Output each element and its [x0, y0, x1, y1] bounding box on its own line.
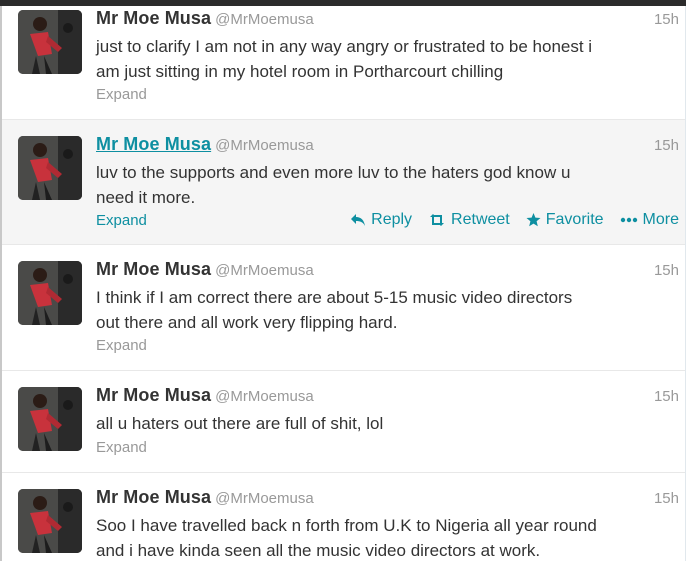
- favorite-label: Favorite: [545, 211, 604, 228]
- tweet-text-line: and i have kinda seen all the music vide…: [96, 541, 541, 560]
- tweet-timestamp[interactable]: 15h: [654, 388, 679, 405]
- reply-label: Reply: [371, 211, 413, 228]
- tweet-text-line: just to clarify I am not in any way angr…: [96, 37, 593, 56]
- tweet-author-name[interactable]: Mr Moe Musa: [96, 259, 211, 279]
- tweet-text-line: I think if I am correct there are about …: [96, 288, 573, 307]
- tweet-author-name[interactable]: Mr Moe Musa: [96, 487, 211, 507]
- tweet-actions: Reply Retweet Favorite More: [350, 211, 679, 229]
- tweet-text-line: Soo I have travelled back n forth from U…: [96, 516, 597, 535]
- tweet-username[interactable]: @MrMoemusa: [215, 11, 314, 28]
- reply-arrow-icon: [351, 214, 366, 226]
- tweet-item[interactable]: Mr Moe Musa @MrMoemusa 15h just to clarif…: [2, 6, 685, 120]
- tweet-text: just to clarify I am not in any way angr…: [96, 34, 656, 84]
- tweet-username[interactable]: @MrMoemusa: [215, 137, 314, 154]
- more-button[interactable]: More: [620, 211, 679, 229]
- tweet-author-name[interactable]: Mr Moe Musa: [96, 8, 211, 28]
- retweet-label: Retweet: [451, 211, 510, 228]
- tweet-text: luv to the supports and even more luv to…: [96, 160, 656, 210]
- tweet-text: I think if I am correct there are about …: [96, 285, 656, 335]
- tweet-timestamp[interactable]: 15h: [654, 490, 679, 507]
- tweet-timestamp[interactable]: 15h: [654, 262, 679, 279]
- tweet-text-line: all u haters out there are full of shit,…: [96, 414, 384, 433]
- avatar[interactable]: [18, 387, 82, 451]
- avatar[interactable]: [18, 136, 82, 200]
- favorite-button[interactable]: Favorite: [526, 211, 604, 229]
- retweet-icon: [430, 214, 445, 226]
- more-label: More: [642, 211, 679, 228]
- tweet-author-name[interactable]: Mr Moe Musa: [96, 134, 211, 154]
- retweet-button[interactable]: Retweet: [428, 211, 510, 229]
- avatar[interactable]: [18, 10, 82, 74]
- tweet-username[interactable]: @MrMoemusa: [215, 262, 314, 279]
- tweet-text: all u haters out there are full of shit,…: [96, 411, 656, 436]
- expand-link[interactable]: Expand: [96, 439, 147, 456]
- tweet-text: Soo I have travelled back n forth from U…: [96, 513, 656, 563]
- tweet-text-line: luv to the supports and even more luv to…: [96, 163, 571, 182]
- avatar[interactable]: [18, 489, 82, 553]
- star-icon: [526, 213, 541, 227]
- tweet-text-line: am just sitting in my hotel room in Port…: [96, 62, 504, 81]
- tweet-timestamp[interactable]: 15h: [654, 11, 679, 28]
- tweet-text-line: need it more.: [96, 188, 196, 207]
- expand-link[interactable]: Expand: [96, 337, 147, 354]
- reply-button[interactable]: Reply: [350, 211, 412, 229]
- tweet-username[interactable]: @MrMoemusa: [215, 490, 314, 507]
- tweet-item[interactable]: Mr Moe Musa @MrMoemusa 15h all u haters o…: [2, 371, 685, 473]
- tweet-stream: Mr Moe Musa @MrMoemusa 15h just to clarif…: [2, 6, 685, 561]
- more-dots-icon: [620, 217, 637, 223]
- tweet-username[interactable]: @MrMoemusa: [215, 388, 314, 405]
- tweet-text-line: out there and all work very flipping har…: [96, 313, 398, 332]
- tweet-timestamp[interactable]: 15h: [654, 137, 679, 154]
- expand-link[interactable]: Expand: [96, 212, 147, 229]
- expand-link[interactable]: Expand: [96, 86, 147, 103]
- tweet-item[interactable]: Mr Moe Musa @MrMoemusa 15h Soo I have tra…: [2, 473, 685, 561]
- tweet-item[interactable]: Mr Moe Musa @MrMoemusa 15h luv to the sup…: [2, 120, 685, 245]
- tweet-item[interactable]: Mr Moe Musa @MrMoemusa 15h I think if I a…: [2, 245, 685, 371]
- avatar[interactable]: [18, 261, 82, 325]
- tweet-author-name[interactable]: Mr Moe Musa: [96, 385, 211, 405]
